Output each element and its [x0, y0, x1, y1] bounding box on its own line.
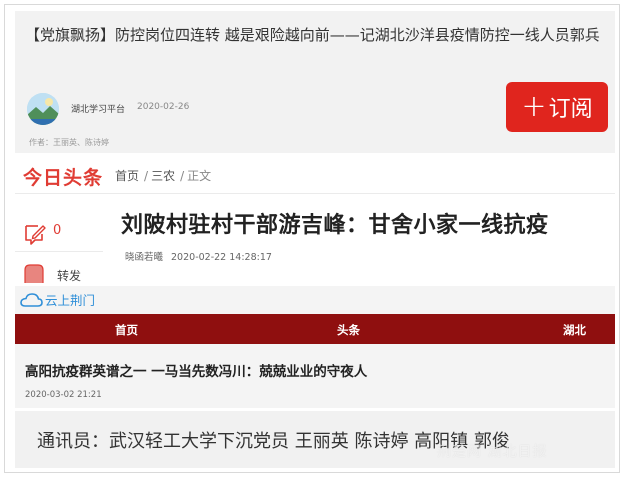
nav-headlines[interactable]: 头条: [337, 322, 360, 338]
comment-icon[interactable]: [23, 223, 47, 245]
toutiao-article-card: 今日头条 首页 / 三农 / 正文 0 转发 刘陂村驻村干部游吉峰：甘舍小家一线抗疫 晓…: [15, 157, 615, 285]
study-platform-article-card[interactable]: 【党旗飘扬】防控岗位四连转 越是艰险越向前——记湖北沙洋县疫情防控一线人员郭兵 …: [15, 11, 615, 153]
avatar[interactable]: [27, 93, 59, 125]
breadcrumb-separator: /: [144, 169, 149, 183]
breadcrumb-category[interactable]: 三农: [151, 169, 175, 183]
avatar-image-icon: [27, 93, 59, 125]
subscribe-button[interactable]: + 订阅: [506, 82, 608, 132]
share-label[interactable]: 转发: [57, 267, 81, 284]
subscribe-label: 订阅: [548, 97, 593, 122]
article-meta: 晓函若曦 2020-02-22 14:28:17: [125, 249, 280, 263]
comment-count[interactable]: 0: [53, 223, 61, 238]
share-icon[interactable]: [23, 263, 45, 283]
plus-icon: +: [521, 89, 547, 124]
publish-datetime: 2020-02-22 14:28:17: [171, 252, 272, 263]
reporter-credit-bar: 通讯员：武汉轻工大学下沉党员 王丽英 陈诗婷 高阳镇 郭俊 荆楚网 湖北日报: [15, 411, 615, 468]
yunshang-logo-text: 云上荆门: [45, 293, 96, 308]
sidebar-divider: [15, 251, 103, 252]
article-title[interactable]: 【党旗飘扬】防控岗位四连转 越是艰险越向前——记湖北沙洋县疫情防控一线人员郭兵: [25, 23, 605, 47]
article-headline: 刘陂村驻村干部游吉峰：甘舍小家一线抗疫: [121, 213, 549, 238]
article-title[interactable]: 高阳抗疫群英谱之一 一马当先数冯川：兢兢业业的守夜人: [25, 360, 367, 380]
header-divider: [15, 193, 615, 194]
breadcrumb-home[interactable]: 首页: [115, 169, 139, 183]
source-name[interactable]: 晓函若曦: [125, 252, 163, 263]
breadcrumb: 首页 / 三农 / 正文: [115, 167, 213, 184]
cloud-icon: [20, 292, 43, 307]
screenshot-frame: 【党旗飘扬】防控岗位四连转 越是艰险越向前——记湖北沙洋县疫情防控一线人员郭兵 …: [4, 4, 620, 473]
toutiao-logo[interactable]: 今日头条: [23, 163, 103, 190]
nav-hubei[interactable]: 湖北: [563, 322, 586, 338]
yunshang-logo[interactable]: 云上荆门: [19, 290, 95, 309]
yunshang-jingmen-card: 云上荆门 首页 头条 湖北 高阳抗疫群英谱之一 一马当先数冯川：兢兢业业的守夜人…: [15, 286, 615, 408]
publish-date: 2020-02-26: [137, 102, 190, 112]
author-line: 作者：王丽英、陈诗婷: [29, 138, 109, 147]
breadcrumb-separator: /: [180, 169, 185, 183]
nav-home[interactable]: 首页: [115, 322, 138, 338]
top-navbar: 首页 头条 湖北: [15, 314, 615, 344]
publish-datetime: 2020-03-02 21:21: [25, 390, 102, 400]
watermark: 荆楚网 湖北日报: [437, 444, 548, 460]
breadcrumb-current: 正文: [187, 169, 212, 183]
source-name[interactable]: 湖北学习平台: [71, 102, 125, 115]
